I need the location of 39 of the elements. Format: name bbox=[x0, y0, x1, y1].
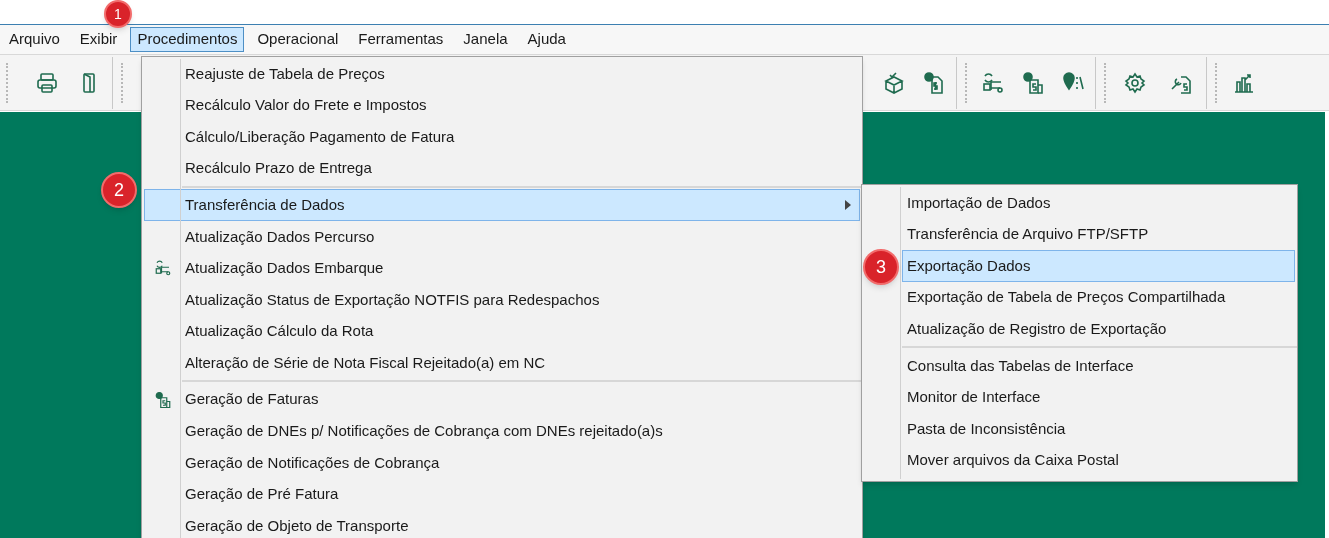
menu-item[interactable]: Mover arquivos da Caixa Postal bbox=[902, 444, 1295, 477]
menu-item[interactable]: Recálculo Valor do Frete e Impostos bbox=[144, 89, 860, 122]
menu-item[interactable]: Monitor de Interface bbox=[902, 381, 1295, 414]
settings-icon[interactable] bbox=[1123, 70, 1147, 95]
menu-item[interactable]: Recálculo Prazo de Entrega bbox=[144, 152, 860, 185]
menu-item[interactable]: Geração de Notificações de Cobrança bbox=[144, 447, 860, 479]
menu-bar-item[interactable]: Ferramentas bbox=[351, 27, 451, 52]
menu-item[interactable]: Exportação de Tabela de Preços Compartilhada bbox=[902, 281, 1295, 314]
menu-item[interactable]: Exportação Dados bbox=[902, 250, 1295, 282]
pin-document-icon[interactable] bbox=[922, 70, 946, 95]
submenu-arrow-icon bbox=[845, 200, 851, 211]
menu-item[interactable]: Geração de Pré Fatura bbox=[144, 478, 860, 511]
menu-item[interactable]: Atualização Dados Percurso bbox=[144, 220, 860, 253]
menu-bar-item[interactable]: Arquivo bbox=[2, 27, 67, 52]
menu-item[interactable]: Transferência de Dados bbox=[144, 189, 860, 221]
menu-bar-item[interactable]: Exibir bbox=[72, 27, 125, 52]
menu-bar-item[interactable]: Procedimentos bbox=[130, 27, 245, 52]
menu-item[interactable]: Geração de Faturas bbox=[144, 383, 860, 416]
menu-item[interactable]: Reajuste de Tabela de Preços bbox=[144, 58, 860, 90]
menu-item[interactable]: Transferência de Arquivo FTP/SFTP bbox=[902, 218, 1295, 251]
menu-item[interactable]: Atualização de Registro de Exportação bbox=[902, 313, 1295, 345]
menu-bar-item[interactable]: Janela bbox=[456, 27, 515, 52]
menu-bar-item[interactable]: Operacional bbox=[250, 27, 346, 52]
pin-document-icon[interactable] bbox=[1021, 70, 1045, 95]
step-number-badge: 1 bbox=[104, 0, 132, 28]
menu-item[interactable]: Atualização Dados Embarque bbox=[144, 252, 860, 285]
menu-item[interactable]: Consulta das Tabelas de Interface bbox=[902, 349, 1295, 382]
menu-item[interactable]: Alteração de Série de Nota Fiscal Rejeitado(a) em NC bbox=[144, 347, 860, 379]
menu-item[interactable]: Atualização Cálculo da Rota bbox=[144, 315, 860, 348]
menu-item[interactable]: Geração de DNEs p/ Notificações de Cobrança com DNEs rejeitado(a)s bbox=[144, 415, 860, 448]
menu-item[interactable]: Atualização Status de Exportação NOTFIS para Redespachos bbox=[144, 284, 860, 316]
box-check-icon[interactable] bbox=[882, 70, 906, 95]
menu-bar-item[interactable]: Ajuda bbox=[520, 27, 573, 52]
menu-item[interactable]: Geração de Objeto de Transporte bbox=[144, 510, 860, 538]
menu-item[interactable]: Importação de Dados bbox=[902, 187, 1295, 219]
menu-item[interactable]: Pasta de Inconsistência bbox=[902, 413, 1295, 445]
menu-item[interactable]: Cálculo/Liberação Pagamento de Fatura bbox=[144, 121, 860, 153]
pin-document-icon bbox=[154, 390, 172, 409]
printer-icon[interactable] bbox=[35, 70, 59, 95]
